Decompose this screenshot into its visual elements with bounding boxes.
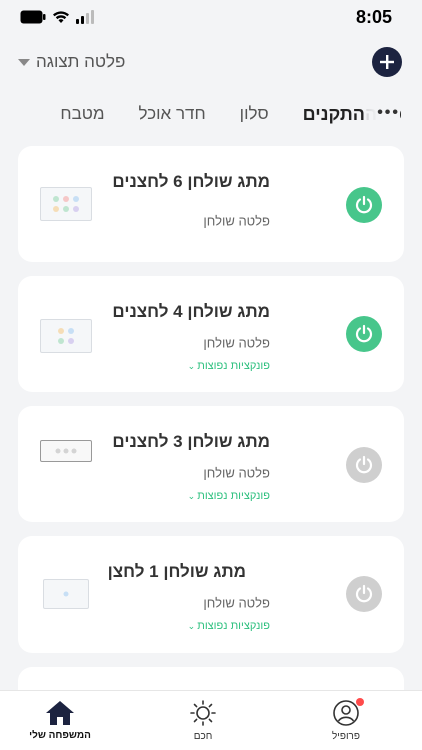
device-name: מתג שולחן 6 לחצנים	[112, 172, 270, 191]
device-thumbnail	[40, 187, 92, 221]
tabs-more-button[interactable]: •••	[364, 104, 400, 124]
power-icon	[355, 195, 373, 214]
device-name: מתג שולחן 3 לחצנים	[112, 432, 270, 451]
switch-3-buttons-icon	[55, 448, 77, 454]
common-functions-label: פונקציות נפוצות	[197, 620, 270, 632]
switch-1-button-icon	[63, 591, 69, 597]
device-room: פלטה שולחן	[203, 595, 270, 611]
caret-down-icon	[18, 58, 30, 66]
device-card[interactable]: מתג שולחן 4 לחצנים פלטה שולחן פונקציות נ…	[18, 276, 404, 392]
power-toggle[interactable]	[346, 447, 382, 483]
tabbar-smart-label: חכם	[193, 731, 213, 742]
device-name: מתג שולחן 4 לחצנים	[112, 302, 270, 321]
device-card[interactable]: מתג שולחן 3 לחצנים פלטה שולחן פונקציות נ…	[18, 406, 404, 522]
device-thumbnail	[40, 319, 92, 353]
plus-icon	[380, 55, 394, 69]
header: פלטה תצוגה	[0, 42, 422, 82]
common-functions-label: פונקציות נפוצות	[197, 360, 270, 372]
device-room: פלטה שולחן	[203, 465, 270, 481]
switch-4-buttons-icon	[58, 328, 74, 344]
power-toggle[interactable]	[346, 187, 382, 223]
device-room: פלטה שולחן	[203, 335, 270, 351]
status-time: 8:05	[355, 6, 392, 27]
sun-icon	[190, 700, 216, 726]
home-icon	[46, 701, 74, 725]
chevron-down-icon: ⌄	[187, 621, 196, 631]
status-bar: 8:05	[0, 0, 422, 34]
device-list: מתג שולחן 6 לחצנים פלטה שולחן מתג שולחן …	[18, 146, 404, 721]
panel-selector[interactable]: פלטה תצוגה	[18, 52, 125, 72]
device-name: מתג שולחן 1 לחצן	[107, 562, 246, 581]
tabbar-home[interactable]: המשפחה שלי	[10, 700, 110, 741]
tab-kitchen[interactable]: מטבח	[60, 104, 104, 124]
notification-dot	[356, 698, 364, 706]
bottom-tab-bar: המשפחה שלי חכם פרופיל	[0, 690, 422, 750]
tab-living-room[interactable]: סלון	[240, 104, 269, 124]
status-icons	[20, 10, 96, 24]
common-functions-link[interactable]: פונקציות נפוצות⌄	[188, 490, 270, 502]
chevron-down-icon: ⌄	[187, 361, 196, 371]
tabbar-profile[interactable]: פרופיל	[296, 698, 396, 742]
tabbar-profile-label: פרופיל	[331, 731, 361, 742]
device-thumbnail	[43, 579, 89, 609]
power-toggle[interactable]	[346, 576, 382, 612]
tabbar-home-label: המשפחה שלי	[29, 730, 91, 741]
wifi-icon	[53, 11, 69, 23]
device-thumbnail	[40, 440, 92, 462]
device-card[interactable]: מתג שולחן 6 לחצנים פלטה שולחן	[18, 146, 404, 262]
switch-6-buttons-icon	[53, 196, 79, 212]
power-icon	[355, 455, 373, 474]
power-toggle[interactable]	[346, 316, 382, 352]
common-functions-link[interactable]: פונקציות נפוצות⌄	[188, 620, 270, 632]
add-device-button[interactable]	[372, 47, 402, 77]
battery-icon	[20, 10, 46, 24]
common-functions-link[interactable]: פונקציות נפוצות⌄	[188, 360, 270, 372]
power-icon	[355, 324, 373, 343]
tabbar-smart[interactable]: חכם	[153, 699, 253, 742]
power-icon	[355, 584, 373, 603]
chevron-down-icon: ⌄	[187, 491, 196, 501]
panel-selector-label: פלטה תצוגה	[36, 52, 126, 71]
room-tabs: כל ההתקנים סלון חדר אוכל מטבח	[0, 98, 422, 130]
device-room: פלטה שולחן	[203, 213, 270, 229]
device-card[interactable]: מתג שולחן 1 לחצן פלטה שולחן פונקציות נפו…	[18, 536, 404, 653]
common-functions-label: פונקציות נפוצות	[197, 490, 270, 502]
tab-dining-room[interactable]: חדר אוכל	[139, 104, 206, 124]
signal-icon	[76, 10, 94, 24]
